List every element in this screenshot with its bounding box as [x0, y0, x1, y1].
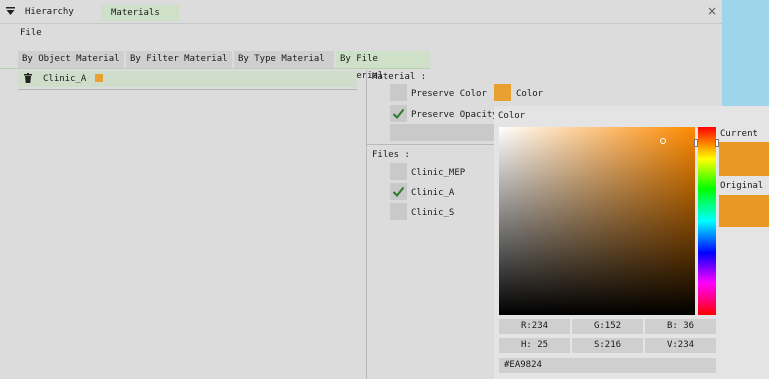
- subtab-by-filter-material[interactable]: By Filter Material: [126, 51, 232, 68]
- collapse-triangle-icon[interactable]: [6, 7, 15, 18]
- green-field[interactable]: G:152: [572, 319, 643, 334]
- tab-underline: [0, 68, 430, 69]
- preserve-opacity-checkbox[interactable]: [390, 105, 407, 122]
- saturation-field[interactable]: S:216: [572, 338, 643, 353]
- subtab-by-object-material[interactable]: By Object Material: [18, 51, 124, 68]
- file-checkbox-clinic-mep[interactable]: [390, 163, 407, 180]
- file-checkbox-clinic-a[interactable]: [390, 183, 407, 200]
- background-viewport: [722, 0, 769, 106]
- tree-item-label: Clinic_A: [43, 74, 87, 84]
- file-label-clinic-a: Clinic_A: [411, 188, 455, 198]
- trash-icon[interactable]: [24, 73, 32, 83]
- subtab-by-type-material[interactable]: By Type Material: [234, 51, 334, 68]
- original-color-swatch[interactable]: [719, 195, 769, 227]
- file-label-clinic-s: Clinic_S: [411, 208, 455, 218]
- sv-cursor-handle[interactable]: [660, 138, 666, 144]
- material-heading: Material :: [372, 72, 427, 82]
- color-picker-title: Color: [498, 111, 526, 121]
- tree-separator: [18, 89, 357, 90]
- hex-input[interactable]: #EA9824: [499, 358, 716, 373]
- current-label: Current: [720, 129, 758, 139]
- tree-item-color-swatch[interactable]: [95, 74, 103, 82]
- hue-slider[interactable]: [698, 127, 716, 315]
- color-button-label[interactable]: Color: [516, 87, 543, 101]
- current-color-swatch: [719, 142, 769, 176]
- section-separator: [367, 144, 494, 145]
- tab-hierarchy[interactable]: Hierarchy: [19, 5, 80, 20]
- red-field[interactable]: R:234: [499, 319, 570, 334]
- checkmark-icon: [392, 186, 405, 197]
- preserve-opacity-label: Preserve Opacity: [411, 110, 494, 120]
- subtab-by-file-material[interactable]: By File Material: [336, 51, 430, 81]
- tab-materials[interactable]: Materials: [101, 5, 179, 21]
- hue-field[interactable]: H: 25: [499, 338, 570, 353]
- preserve-color-label: Preserve Color: [411, 89, 487, 99]
- file-label-clinic-mep: Clinic_MEP: [411, 168, 466, 178]
- panel-splitter[interactable]: [366, 70, 367, 379]
- hue-slider-handle-left[interactable]: [694, 139, 698, 147]
- close-icon[interactable]: ×: [707, 4, 717, 18]
- menu-file[interactable]: File: [20, 28, 42, 38]
- files-heading: Files :: [372, 150, 410, 160]
- checkmark-icon: [392, 108, 405, 119]
- file-checkbox-clinic-s[interactable]: [390, 203, 407, 220]
- material-action-button[interactable]: [390, 124, 494, 141]
- material-color-swatch[interactable]: [494, 84, 511, 101]
- value-field[interactable]: V:234: [645, 338, 716, 353]
- saturation-value-square[interactable]: [499, 127, 695, 315]
- blue-field[interactable]: B: 36: [645, 319, 716, 334]
- preserve-color-checkbox[interactable]: [390, 84, 407, 101]
- original-label: Original: [720, 181, 764, 191]
